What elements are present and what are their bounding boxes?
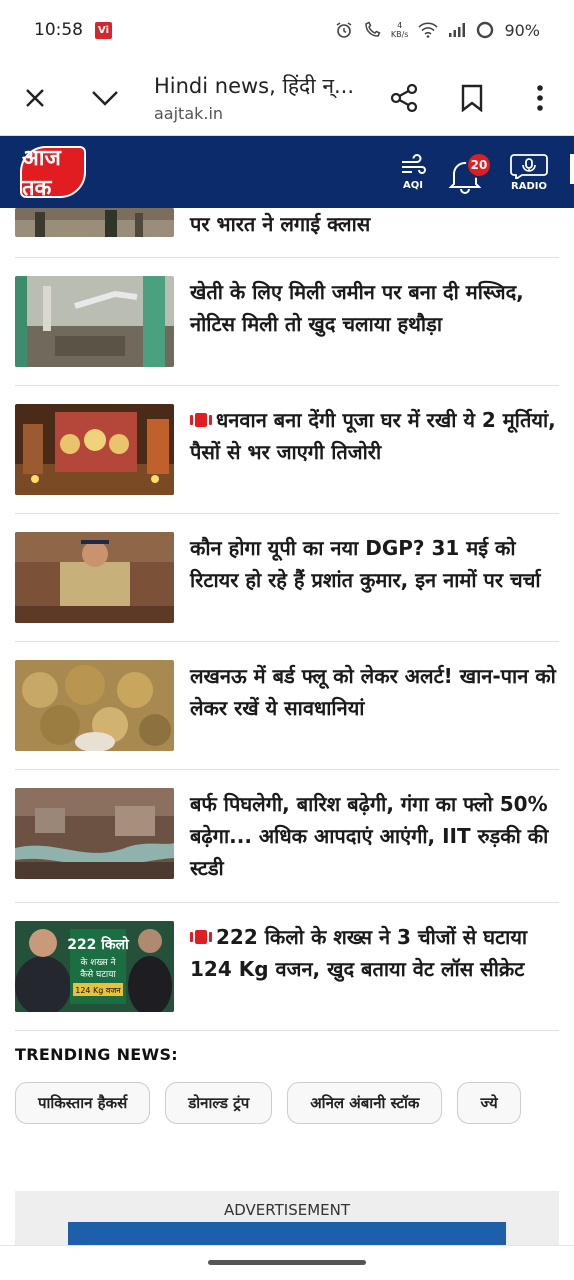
- article-headline[interactable]: कौन होगा यूपी का नया DGP? 31 मई को रिटाय…: [190, 532, 559, 623]
- aajtak-logo[interactable]: आज तक: [20, 146, 86, 201]
- article-thumbnail[interactable]: [15, 788, 174, 879]
- status-time: 10:58: [34, 20, 83, 40]
- wifi-icon: [418, 22, 439, 38]
- chevron-down-icon: [92, 90, 118, 106]
- article-item[interactable]: धनवान बना देंगी पूजा घर में रखी ये 2 मूर…: [15, 386, 559, 514]
- trending-chip[interactable]: अनिल अंबानी स्टॉक: [287, 1082, 443, 1124]
- article-headline-text: 222 किलो के शख्स ने 3 चीजों से घटाया 124…: [190, 925, 528, 981]
- share-icon: [390, 83, 418, 112]
- share-button[interactable]: [370, 60, 438, 136]
- article-thumbnail[interactable]: 222 किलो के शख्स ने कैसे घटाया 124 Kg वजन: [15, 921, 174, 1012]
- trending-title: TRENDING NEWS:: [15, 1045, 178, 1064]
- advertisement-block: ADVERTISEMENT: [15, 1191, 559, 1251]
- article-item[interactable]: पर भारत ने लगाई क्लास: [15, 208, 559, 258]
- bookmark-button[interactable]: [438, 60, 506, 136]
- article-item[interactable]: 222 किलो के शख्स ने कैसे घटाया 124 Kg वजन 2…: [15, 903, 559, 1031]
- video-icon: [190, 929, 212, 944]
- expand-button[interactable]: [70, 60, 140, 136]
- address-area[interactable]: Hindi news, हिंदी न्... aajtak.in: [140, 72, 370, 123]
- article-headline[interactable]: 222 किलो के शख्स ने 3 चीजों से घटाया 124…: [190, 921, 559, 1012]
- radio-button[interactable]: RADIO: [510, 153, 548, 192]
- radio-icon: [510, 153, 548, 179]
- article-list: पर भारत ने लगाई क्लास खेती के लिए मिली ज…: [0, 208, 574, 1124]
- article-headline[interactable]: खेती के लिए मिली जमीन पर बना दी मस्जिद, …: [190, 276, 559, 367]
- thumb-kg-text: 222 किलो: [67, 936, 130, 953]
- article-thumbnail[interactable]: [15, 208, 174, 237]
- article-headline[interactable]: बर्फ पिघलेगी, बारिश बढ़ेगी, गंगा का फ्लो…: [190, 788, 559, 884]
- trending-chips: पाकिस्तान हैकर्स डोनाल्ड ट्रंप अनिल अंबा…: [15, 1082, 574, 1124]
- gesture-handle[interactable]: [208, 1260, 366, 1265]
- browser-toolbar: Hindi news, हिंदी न्... aajtak.in: [0, 60, 574, 136]
- radio-label: RADIO: [511, 180, 547, 192]
- article-item[interactable]: खेती के लिए मिली जमीन पर बना दी मस्जिद, …: [15, 258, 559, 386]
- more-options-button[interactable]: [506, 60, 574, 136]
- article-headline[interactable]: पर भारत ने लगाई क्लास: [190, 209, 370, 239]
- thumb-sub1-text: के शख्स ने: [80, 956, 116, 968]
- signal-icon: [449, 23, 466, 37]
- status-icons: 4 KB/s 90%: [335, 21, 540, 40]
- status-bar: 10:58 Vi 4 KB/s 90%: [0, 0, 574, 60]
- aqi-label: AQI: [403, 179, 423, 191]
- page-url: aajtak.in: [154, 104, 224, 123]
- header-edge-divider: [570, 154, 574, 184]
- site-header: आज तक AQI 20 RADIO: [0, 136, 574, 208]
- article-headline[interactable]: लखनऊ में बर्ड फ्लू को लेकर अलर्ट! खान-पा…: [190, 660, 559, 751]
- more-vert-icon: [537, 84, 543, 111]
- notifications-button[interactable]: 20: [448, 150, 492, 194]
- video-icon: [190, 412, 212, 427]
- notification-count-badge: 20: [466, 152, 492, 178]
- trending-chip[interactable]: पाकिस्तान हैकर्स: [15, 1082, 151, 1124]
- article-thumbnail[interactable]: [15, 660, 174, 751]
- speed-value: 4: [397, 21, 403, 30]
- article-headline[interactable]: धनवान बना देंगी पूजा घर में रखी ये 2 मूर…: [190, 404, 559, 495]
- battery-percent: 90%: [504, 20, 540, 40]
- aqi-button[interactable]: AQI: [400, 153, 426, 191]
- article-item[interactable]: बर्फ पिघलेगी, बारिश बढ़ेगी, गंगा का फ्लो…: [15, 770, 559, 903]
- close-tab-button[interactable]: [0, 60, 70, 136]
- close-icon: [26, 88, 44, 107]
- page-title: Hindi news, हिंदी न्...: [154, 74, 355, 98]
- advertisement-label: ADVERTISEMENT: [223, 1201, 350, 1219]
- article-headline-text: धनवान बना देंगी पूजा घर में रखी ये 2 मूर…: [190, 408, 556, 464]
- article-thumbnail[interactable]: [15, 532, 174, 623]
- alarm-icon: [336, 22, 352, 38]
- wifi-call-icon: [365, 21, 381, 37]
- vi-carrier-icon: Vi: [95, 21, 112, 39]
- bookmark-icon: [461, 84, 483, 112]
- wind-icon: [402, 153, 426, 174]
- thumb-sub2-text: कैसे घटाया: [80, 968, 116, 980]
- trending-chip[interactable]: डोनाल्ड ट्रंप: [165, 1082, 273, 1124]
- thumb-sub3-text: 124 Kg वजन: [75, 986, 121, 995]
- article-item[interactable]: लखनऊ में बर्ड फ्लू को लेकर अलर्ट! खान-पा…: [15, 642, 559, 770]
- speed-unit: KB/s: [390, 30, 409, 39]
- article-thumbnail[interactable]: [15, 404, 174, 495]
- trending-chip[interactable]: ज्ये: [457, 1082, 521, 1124]
- network-speed: 4 KB/s: [391, 21, 409, 39]
- article-item[interactable]: कौन होगा यूपी का नया DGP? 31 मई को रिटाय…: [15, 514, 559, 642]
- system-nav-bar: [0, 1245, 574, 1280]
- battery-icon: [477, 21, 494, 39]
- article-thumbnail[interactable]: [15, 276, 174, 367]
